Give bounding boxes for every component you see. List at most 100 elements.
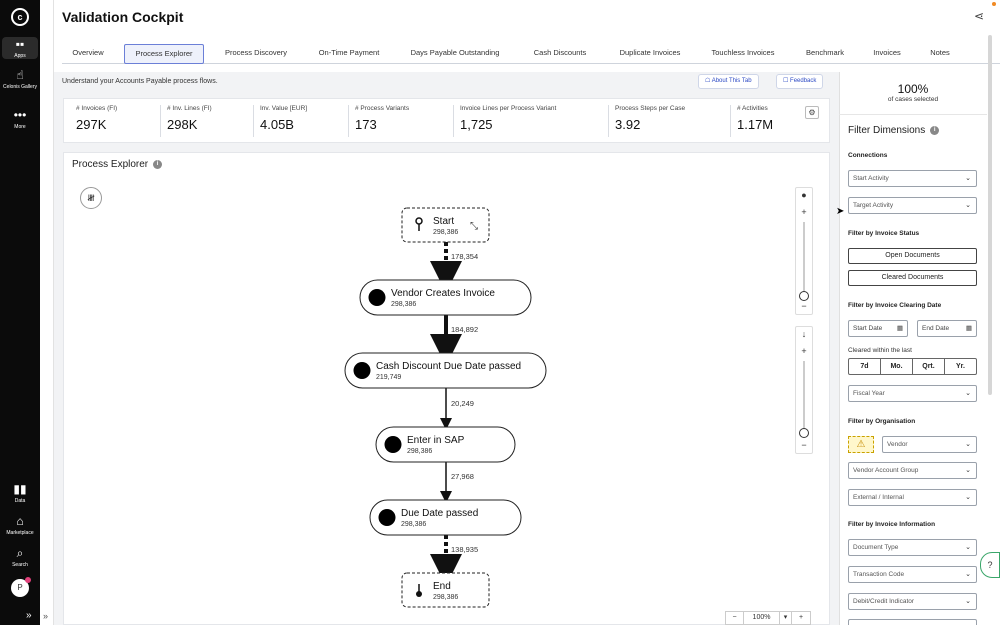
activity-slider-plus-icon[interactable]: + — [796, 207, 812, 217]
clearing-date-label: Filter by Invoice Clearing Date — [848, 302, 942, 309]
rail-item-gallery[interactable]: ☝ Celonis Gallery — [0, 68, 40, 90]
process-node[interactable]: Cash Discount Due Date passed 219,749 — [344, 352, 547, 389]
document-type-dropdown[interactable]: Document Type ⌄ — [848, 539, 977, 556]
process-node[interactable]: Due Date passed 298,386 — [369, 499, 522, 536]
connection-slider-track[interactable] — [803, 361, 805, 431]
period-year-button[interactable]: Yr. — [945, 359, 976, 374]
next-filter-dropdown[interactable] — [848, 619, 977, 625]
rail-item-data[interactable]: ▮▮ Data — [0, 482, 40, 504]
start-activity-dropdown[interactable]: Start Activity ⌄ — [848, 170, 977, 187]
tab-touchless-invoices[interactable]: Touchless Invoices — [700, 44, 786, 64]
kpi-value: 3.92 — [615, 117, 641, 132]
app-window: c ▪▪ Apps ☝ Celonis Gallery ••• More ▮▮ … — [0, 0, 1000, 625]
process-node[interactable]: Vendor Creates Invoice 298,386 — [359, 279, 532, 316]
period-quarter-button[interactable]: Qrt. — [913, 359, 945, 374]
connection-slider-knob[interactable] — [799, 428, 809, 438]
rail-item-more[interactable]: ••• More — [0, 108, 40, 130]
activity-slider-knob[interactable] — [799, 291, 809, 301]
debit-credit-dropdown[interactable]: Debit/Credit Indicator ⌄ — [848, 593, 977, 610]
kpi-value: 1.17M — [737, 117, 774, 132]
tab-bar: Overview Process Explorer Process Discov… — [62, 44, 1000, 64]
dropdown-placeholder: Start Activity — [853, 175, 889, 182]
rail-item-marketplace[interactable]: ⌂ Marketplace — [0, 514, 40, 536]
period-7d-button[interactable]: 7d — [849, 359, 881, 374]
kpi-label: Process Steps per Case — [615, 105, 686, 112]
node-count: 298,386 — [401, 521, 426, 528]
tab-process-discovery[interactable]: Process Discovery — [214, 44, 298, 64]
vendor-account-group-dropdown[interactable]: Vendor Account Group ⌄ — [848, 462, 977, 479]
node-count: 298,386 — [433, 594, 458, 601]
tab-on-time-payment[interactable]: On-Time Payment — [308, 44, 390, 64]
start-date-field[interactable]: Start Date ▦ — [848, 320, 908, 337]
tab-process-explorer[interactable]: Process Explorer — [124, 44, 204, 64]
tab-cash-discounts[interactable]: Cash Discounts — [520, 44, 600, 64]
connection-slider-plus-icon[interactable]: + — [796, 346, 812, 356]
tab-days-payable-outstanding[interactable]: Days Payable Outstanding — [400, 44, 510, 64]
dropdown-placeholder: Fiscal Year — [853, 390, 885, 397]
sidebar-gutter: » — [40, 0, 54, 625]
node-count: 219,749 — [376, 374, 401, 381]
feedback-button[interactable]: ☐ Feedback — [776, 74, 824, 89]
chevron-down-icon: ⌄ — [965, 175, 971, 182]
period-month-button[interactable]: Mo. — [881, 359, 913, 374]
rail-item-label: Apps — [14, 53, 26, 59]
process-node[interactable]: End 298,386 — [401, 572, 490, 608]
more-icon: ••• — [13, 108, 27, 122]
avatar-initial: P — [17, 583, 23, 592]
zoom-dropdown-icon[interactable]: ▾ — [780, 612, 792, 624]
transaction-code-dropdown[interactable]: Transaction Code ⌄ — [848, 566, 977, 583]
activity-slider-track[interactable] — [803, 222, 805, 292]
target-activity-dropdown[interactable]: Target Activity ⌄ — [848, 197, 977, 214]
end-date-field[interactable]: End Date ▦ — [917, 320, 977, 337]
expand-sidebar-icon[interactable]: » — [43, 611, 48, 621]
activity-slider-minus-icon[interactable]: − — [796, 301, 812, 311]
fiscal-year-dropdown[interactable]: Fiscal Year ⌄ — [848, 385, 977, 402]
cleared-documents-button[interactable]: Cleared Documents — [848, 270, 977, 286]
page-subtitle: Understand your Accounts Payable process… — [62, 78, 218, 85]
kpi-settings-icon[interactable]: ⚙ — [805, 106, 819, 119]
gallery-icon: ☝ — [16, 68, 24, 82]
vendor-dropdown[interactable]: Vendor ⌄ — [882, 436, 977, 453]
left-nav-rail: c ▪▪ Apps ☝ Celonis Gallery ••• More ▮▮ … — [0, 0, 40, 625]
rail-item-search[interactable]: ⌕ Search — [0, 546, 40, 568]
tab-duplicate-invoices[interactable]: Duplicate Invoices — [610, 44, 690, 64]
rail-item-apps[interactable]: ▪▪ Apps — [2, 37, 38, 59]
kpi-value: 4.05B — [260, 117, 294, 132]
date-placeholder: Start Date — [853, 325, 883, 332]
expand-rail-icon[interactable]: » — [26, 611, 32, 621]
kpi-label: Invoice Lines per Process Variant — [460, 105, 557, 112]
feedback-button-label: Feedback — [790, 78, 817, 84]
zoom-out-button[interactable]: − — [726, 612, 744, 624]
process-node[interactable]: Enter in SAP 298,386 — [375, 426, 516, 463]
period-selector: 7d Mo. Qrt. Yr. — [848, 358, 977, 375]
connection-slider[interactable]: ↓ + − — [795, 326, 813, 454]
scrollbar[interactable] — [988, 35, 992, 395]
tab-notes[interactable]: Notes — [920, 44, 960, 64]
tab-benchmark[interactable]: Benchmark — [796, 44, 854, 64]
zoom-in-button[interactable]: + — [792, 612, 810, 624]
kpi-strip: # Invoices (FI) 297K # Inv. Lines (FI) 298… — [63, 98, 830, 143]
activity-slider[interactable]: ● + − — [795, 187, 813, 315]
share-icon[interactable]: ⋖ — [974, 9, 988, 23]
info-icon[interactable]: i — [930, 125, 940, 135]
chevron-down-icon: ⌄ — [965, 441, 971, 448]
edge-count: 27,968 — [451, 472, 474, 481]
collapse-icon[interactable]: ⤡ — [470, 221, 478, 232]
tab-invoices[interactable]: Invoices — [864, 44, 910, 64]
page-title: Validation Cockpit — [62, 9, 184, 25]
tab-overview[interactable]: Overview — [62, 44, 114, 64]
help-icon[interactable]: ? — [980, 552, 1000, 578]
activity-slider-dot-icon: ● — [801, 190, 807, 200]
warning-icon: ⚠ — [848, 436, 874, 453]
external-internal-dropdown[interactable]: External / Internal ⌄ — [848, 489, 977, 506]
node-label: Cash Discount Due Date passed — [376, 361, 521, 372]
about-this-tab-button[interactable]: ☖ About This Tab — [698, 74, 759, 89]
open-documents-button[interactable]: Open Documents — [848, 248, 977, 264]
avatar-badge — [25, 577, 31, 583]
celonis-logo-icon[interactable]: c — [11, 8, 29, 26]
kpi-label: Inv. Value [EUR] — [260, 105, 308, 112]
connection-slider-minus-icon[interactable]: − — [796, 440, 812, 450]
avatar[interactable]: P — [11, 577, 31, 597]
activity-dot-icon — [384, 436, 402, 453]
process-node[interactable]: ⤡ Start 298,386 — [401, 207, 490, 243]
